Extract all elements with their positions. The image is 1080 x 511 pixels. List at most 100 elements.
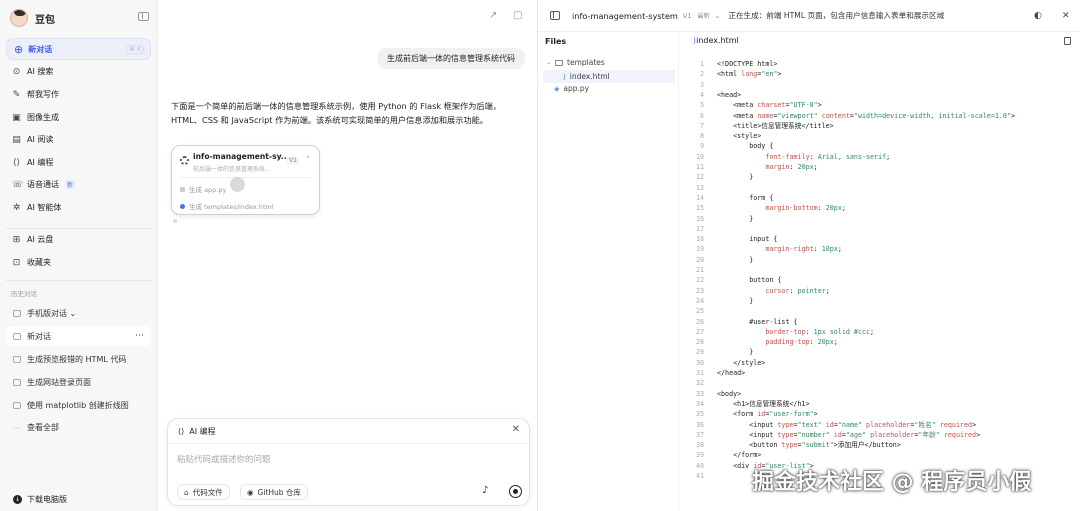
download-desktop-button[interactable]: ↓ 下载电脑版 (6, 490, 151, 509)
sidebar-item-agent[interactable]: ✲ AI 智能体 (12, 202, 62, 213)
user-message: 生成前后端一体的信息管理系统代码 (377, 48, 525, 69)
panel-toggle-icon[interactable] (550, 11, 560, 20)
sidebar-item-pen[interactable]: ✎ 帮我写作 (12, 89, 59, 100)
github-repo-button[interactable]: ◉ GitHub 仓库 (240, 484, 308, 500)
sidebar-item-image[interactable]: ▣ 图像生成 (12, 112, 59, 123)
sidebar-item-book[interactable]: ▤ AI 阅读 (12, 134, 53, 145)
new-chat-button[interactable]: ⊕ 新对话 ⌘ K (6, 38, 151, 60)
view-all-history[interactable]: ⋯ 查看全部 (6, 417, 151, 437)
sidebar-item-label: AI 搜索 (27, 67, 54, 76)
history-label: 手机版对话 ⌄ (27, 308, 77, 318)
sidebar-item-label: 收藏夹 (27, 258, 51, 267)
save-icon[interactable]: ▢ (513, 10, 522, 21)
image-icon: ▣ (12, 112, 21, 123)
code-project-card[interactable]: info-management-sy... 前后端一体的信息管理系统... V1… (171, 145, 320, 215)
sidebar-item-label: AI 阅读 (27, 135, 54, 144)
sidebar-item-cloud[interactable]: ⊞ AI 云盘 (12, 234, 54, 245)
cloud-icon: ⊞ (12, 234, 21, 245)
python-file-icon: ◈ (554, 84, 560, 93)
card-subtitle: 前后端一体的信息管理系统... (193, 166, 271, 173)
bookmark-icon: ⊡ (12, 257, 21, 268)
sidebar-item-phone[interactable]: ☏ 语音通话新 (12, 179, 76, 190)
history-label: 新对话 (27, 331, 51, 341)
sidebar-item-label: 图像生成 (27, 113, 59, 122)
files-header: Files (545, 37, 567, 46)
history-item[interactable]: 新对话 ⋯ (6, 326, 151, 346)
sidebar-toggle-icon[interactable] (138, 12, 149, 21)
generation-status: 正在生成：前端 HTML 页面，包含用户信息输入表单和展示区域 (728, 11, 945, 20)
history-item[interactable]: 生成预览报错的 HTML 代码 (6, 349, 151, 369)
chip-label: 代码文件 (192, 487, 223, 497)
code-content: 1 <!DOCTYPE html> 2 <html lang="en"> 3 4 <h… (695, 60, 1015, 480)
shortcut-hint: ⌘ K (126, 44, 144, 54)
sidebar-item-search[interactable]: ⊙ AI 搜索 (12, 66, 54, 77)
step-label: 生成 templates/index.html (189, 203, 274, 211)
folder-icon (555, 59, 564, 66)
mode-label: AI 编程 (189, 427, 216, 436)
sidebar-item-bookmark[interactable]: ⊡ 收藏夹 (12, 257, 51, 268)
share-icon[interactable]: ↗ (489, 10, 497, 21)
brand-name: 豆包 (35, 14, 55, 26)
composer: ⟨⟩ AI 编程 ✕ 粘贴代码或描述你的问题 ⌂ 代码文件 ◉ GitHub 仓… (167, 418, 530, 506)
tree-label: index.html (569, 72, 610, 81)
close-icon[interactable]: ✕ (512, 424, 520, 435)
file-icon (180, 186, 185, 192)
progress-dot-icon (180, 203, 185, 209)
version-badge: V1 (287, 157, 299, 164)
history-item[interactable]: 使用 matplotlib 创建折线图 (6, 395, 151, 415)
copy-icon[interactable] (1064, 37, 1071, 45)
chevron-down-icon: ⌄ (546, 59, 552, 66)
cursor-marker (173, 219, 177, 223)
step-item: 生成 templates/index.html (180, 201, 274, 211)
sidebar-item-label: 帮我写作 (27, 90, 59, 99)
chip-label: GitHub 仓库 (257, 487, 301, 497)
github-icon: ◉ (247, 487, 254, 497)
mouse-cursor-highlight (230, 177, 245, 192)
code-icon: ⟨⟩ (178, 427, 185, 436)
latest-label: 最新 (697, 13, 710, 20)
more-icon: ⋯ (13, 423, 20, 432)
history-label: 生成预览报错的 HTML 代码 (27, 354, 127, 364)
chat-icon (13, 355, 21, 363)
watermark: 掘金技术社区 @ 程序员小假 (752, 470, 1032, 495)
assistant-answer: 下面是一个简单的前后端一体的信息管理系统示例，使用 Python 的 Flask… (171, 101, 501, 125)
chat-panel: ↗ ▢ 生成前后端一体的信息管理系统代码 下面是一个简单的前后端一体的信息管理系… (158, 0, 538, 511)
history-header: 历史对话 (11, 290, 37, 298)
chevron-up-icon[interactable]: ⌃ (305, 155, 311, 163)
phone-icon: ☏ (12, 179, 24, 190)
tree-file-index-html[interactable]: ⟩ index.html (543, 70, 675, 83)
version-badge: V1 (682, 11, 692, 20)
divider (6, 280, 152, 281)
avatar (10, 9, 28, 27)
download-label: 下载电脑版 (27, 495, 67, 504)
more-options-icon[interactable]: ⋯ (135, 331, 144, 341)
history-item[interactable]: 手机版对话 ⌄ (6, 303, 151, 323)
editor-tab[interactable]: ⟩index.html (693, 36, 739, 45)
new-chat-label: 新对话 (28, 44, 53, 54)
pen-icon: ✎ (12, 89, 21, 100)
html-file-icon: ⟩ (563, 72, 566, 81)
code-icon: ⟨⟩ (12, 157, 21, 168)
close-icon[interactable]: ✕ (1062, 11, 1070, 21)
tree-label: templates (567, 58, 605, 67)
chat-icon (13, 378, 21, 386)
agent-icon: ✲ (12, 202, 21, 213)
history-label: 查看全部 (27, 422, 59, 432)
file-explorer: Files ⌄ templates ⟩ index.html ◈ app.py (538, 32, 679, 511)
message-input[interactable]: 粘贴代码或描述你的问题 (177, 453, 271, 465)
history-label: 使用 matplotlib 创建折线图 (27, 400, 129, 410)
code-file-button[interactable]: ⌂ 代码文件 (177, 484, 230, 500)
tree-file-app-py[interactable]: ◈ app.py (554, 84, 589, 93)
code-header: info-management-system V1 最新 ⌄ 正在生成：前端 H… (538, 0, 1080, 32)
tree-label: app.py (563, 84, 590, 93)
sidebar-item-code[interactable]: ⟨⟩ AI 编程 (12, 157, 53, 168)
preview-icon[interactable]: ◐ (1034, 11, 1042, 21)
tree-folder-templates[interactable]: ⌄ templates (546, 58, 605, 67)
microphone-icon[interactable]: ♪ (482, 485, 488, 496)
chevron-down-icon[interactable]: ⌄ (714, 12, 720, 20)
brand[interactable]: 豆包 (10, 8, 55, 28)
send-button[interactable] (509, 485, 522, 498)
history-item[interactable]: 生成网站登录页面 (6, 372, 151, 392)
search-icon: ⊙ (12, 66, 21, 77)
step-label: 生成 app.py (189, 186, 227, 194)
